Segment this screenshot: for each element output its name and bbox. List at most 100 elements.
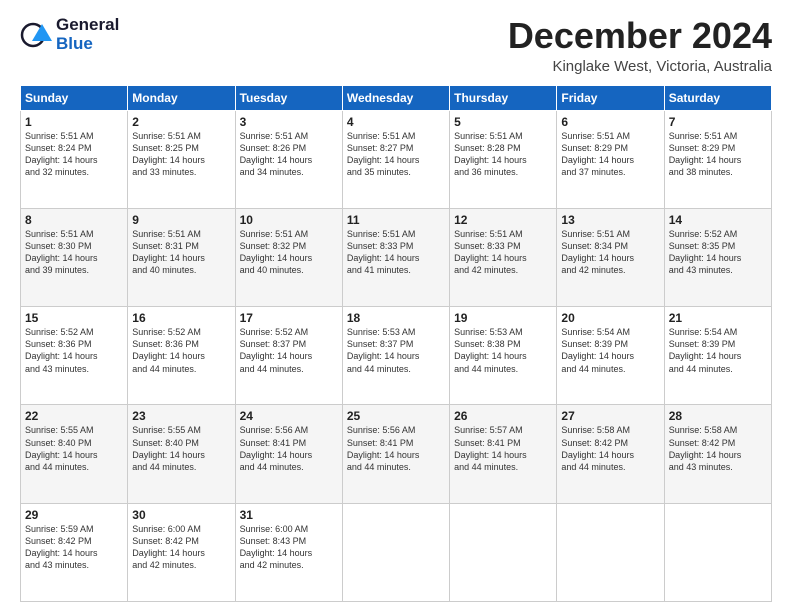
weekday-header: Tuesday	[235, 85, 342, 110]
calendar-day-cell: 25Sunrise: 5:56 AMSunset: 8:41 PMDayligh…	[342, 405, 449, 503]
month-title: December 2024	[508, 16, 772, 56]
day-number: 2	[132, 115, 230, 129]
logo-icon	[20, 19, 52, 51]
day-info: Sunrise: 5:59 AMSunset: 8:42 PMDaylight:…	[25, 523, 123, 572]
day-info: Sunrise: 5:51 AMSunset: 8:33 PMDaylight:…	[454, 228, 552, 277]
day-number: 25	[347, 409, 445, 423]
day-info: Sunrise: 5:51 AMSunset: 8:31 PMDaylight:…	[132, 228, 230, 277]
day-number: 22	[25, 409, 123, 423]
day-number: 18	[347, 311, 445, 325]
calendar-week-row: 1Sunrise: 5:51 AMSunset: 8:24 PMDaylight…	[21, 110, 772, 208]
day-info: Sunrise: 5:52 AMSunset: 8:36 PMDaylight:…	[25, 326, 123, 375]
weekday-header: Saturday	[664, 85, 771, 110]
calendar-week-row: 22 Sunrise: 5:55 AMSunset: 8:40 PMDayligh…	[21, 405, 772, 503]
weekday-header: Monday	[128, 85, 235, 110]
day-number: 26	[454, 409, 552, 423]
day-number: 1	[25, 115, 123, 129]
day-info: Sunrise: 5:51 AMSunset: 8:24 PMDaylight:…	[25, 130, 123, 179]
day-info: Sunrise: 5:53 AMSunset: 8:37 PMDaylight:…	[347, 326, 445, 375]
weekday-header: Sunday	[21, 85, 128, 110]
day-info: Sunrise: 5:54 AMSunset: 8:39 PMDaylight:…	[561, 326, 659, 375]
calendar-day-cell: 18Sunrise: 5:53 AMSunset: 8:37 PMDayligh…	[342, 307, 449, 405]
calendar-day-cell: 6Sunrise: 5:51 AMSunset: 8:29 PMDaylight…	[557, 110, 664, 208]
calendar-day-cell: 28Sunrise: 5:58 AMSunset: 8:42 PMDayligh…	[664, 405, 771, 503]
day-number: 16	[132, 311, 230, 325]
header: General Blue December 2024 Kinglake West…	[20, 16, 772, 75]
day-number: 15	[25, 311, 123, 325]
day-number: 11	[347, 213, 445, 227]
location-title: Kinglake West, Victoria, Australia	[508, 58, 772, 75]
day-number: 10	[240, 213, 338, 227]
day-info: Sunrise: 5:54 AMSunset: 8:39 PMDaylight:…	[669, 326, 767, 375]
day-info: Sunrise: 5:56 AMSunset: 8:41 PMDaylight:…	[240, 424, 338, 473]
day-info: Sunrise: 5:51 AMSunset: 8:30 PMDaylight:…	[25, 228, 123, 277]
day-info: Sunrise: 5:52 AMSunset: 8:35 PMDaylight:…	[669, 228, 767, 277]
logo: General Blue	[20, 16, 119, 53]
day-number: 28	[669, 409, 767, 423]
day-info: Sunrise: 5:57 AMSunset: 8:41 PMDaylight:…	[454, 424, 552, 473]
calendar-week-row: 29Sunrise: 5:59 AMSunset: 8:42 PMDayligh…	[21, 503, 772, 601]
calendar-day-cell: 9Sunrise: 5:51 AMSunset: 8:31 PMDaylight…	[128, 208, 235, 306]
calendar-day-cell: 11Sunrise: 5:51 AMSunset: 8:33 PMDayligh…	[342, 208, 449, 306]
calendar-week-row: 8Sunrise: 5:51 AMSunset: 8:30 PMDaylight…	[21, 208, 772, 306]
calendar-day-cell: 1Sunrise: 5:51 AMSunset: 8:24 PMDaylight…	[21, 110, 128, 208]
day-info: Sunrise: 6:00 AMSunset: 8:43 PMDaylight:…	[240, 523, 338, 572]
logo-blue: Blue	[56, 35, 119, 54]
calendar-day-cell	[342, 503, 449, 601]
calendar-day-cell: 4Sunrise: 5:51 AMSunset: 8:27 PMDaylight…	[342, 110, 449, 208]
weekday-header: Wednesday	[342, 85, 449, 110]
day-info: Sunrise: 5:51 AMSunset: 8:33 PMDaylight:…	[347, 228, 445, 277]
day-number: 29	[25, 508, 123, 522]
weekday-header: Thursday	[450, 85, 557, 110]
calendar-day-cell: 13Sunrise: 5:51 AMSunset: 8:34 PMDayligh…	[557, 208, 664, 306]
calendar-day-cell: 23Sunrise: 5:55 AMSunset: 8:40 PMDayligh…	[128, 405, 235, 503]
page: General Blue December 2024 Kinglake West…	[0, 0, 792, 612]
calendar-day-cell: 12Sunrise: 5:51 AMSunset: 8:33 PMDayligh…	[450, 208, 557, 306]
calendar-day-cell: 21Sunrise: 5:54 AMSunset: 8:39 PMDayligh…	[664, 307, 771, 405]
day-number: 4	[347, 115, 445, 129]
day-number: 21	[669, 311, 767, 325]
day-info: Sunrise: 5:51 AMSunset: 8:29 PMDaylight:…	[561, 130, 659, 179]
day-info: Sunrise: 5:52 AMSunset: 8:36 PMDaylight:…	[132, 326, 230, 375]
day-number: 20	[561, 311, 659, 325]
day-number: 17	[240, 311, 338, 325]
logo-general: General	[56, 16, 119, 35]
calendar-day-cell: 14Sunrise: 5:52 AMSunset: 8:35 PMDayligh…	[664, 208, 771, 306]
day-info: Sunrise: 5:51 AMSunset: 8:34 PMDaylight:…	[561, 228, 659, 277]
calendar-day-cell: 31Sunrise: 6:00 AMSunset: 8:43 PMDayligh…	[235, 503, 342, 601]
day-info: Sunrise: 5:51 AMSunset: 8:29 PMDaylight:…	[669, 130, 767, 179]
calendar-day-cell: 19Sunrise: 5:53 AMSunset: 8:38 PMDayligh…	[450, 307, 557, 405]
day-number: 27	[561, 409, 659, 423]
calendar-day-cell: 3Sunrise: 5:51 AMSunset: 8:26 PMDaylight…	[235, 110, 342, 208]
calendar-day-cell: 8Sunrise: 5:51 AMSunset: 8:30 PMDaylight…	[21, 208, 128, 306]
calendar-day-cell: 15Sunrise: 5:52 AMSunset: 8:36 PMDayligh…	[21, 307, 128, 405]
day-number: 30	[132, 508, 230, 522]
day-info: Sunrise: 5:56 AMSunset: 8:41 PMDaylight:…	[347, 424, 445, 473]
calendar-header-row: SundayMondayTuesdayWednesdayThursdayFrid…	[21, 85, 772, 110]
calendar-day-cell: 26Sunrise: 5:57 AMSunset: 8:41 PMDayligh…	[450, 405, 557, 503]
calendar-day-cell: 2Sunrise: 5:51 AMSunset: 8:25 PMDaylight…	[128, 110, 235, 208]
day-number: 5	[454, 115, 552, 129]
day-number: 24	[240, 409, 338, 423]
weekday-header: Friday	[557, 85, 664, 110]
day-info: Sunrise: 5:52 AMSunset: 8:37 PMDaylight:…	[240, 326, 338, 375]
day-info: Sunrise: 5:51 AMSunset: 8:27 PMDaylight:…	[347, 130, 445, 179]
day-number: 12	[454, 213, 552, 227]
day-info: Sunrise: 5:58 AMSunset: 8:42 PMDaylight:…	[669, 424, 767, 473]
calendar-day-cell: 20Sunrise: 5:54 AMSunset: 8:39 PMDayligh…	[557, 307, 664, 405]
calendar-day-cell: 16Sunrise: 5:52 AMSunset: 8:36 PMDayligh…	[128, 307, 235, 405]
day-number: 8	[25, 213, 123, 227]
day-info: Sunrise: 5:51 AMSunset: 8:25 PMDaylight:…	[132, 130, 230, 179]
calendar-day-cell: 22Sunrise: 5:55 AMSunset: 8:40 PMDayligh…	[21, 405, 128, 503]
day-info: Sunrise: 5:55 AMSunset: 8:40 PMDaylight:…	[132, 424, 230, 473]
calendar-day-cell: 30Sunrise: 6:00 AMSunset: 8:42 PMDayligh…	[128, 503, 235, 601]
calendar-day-cell: 10Sunrise: 5:51 AMSunset: 8:32 PMDayligh…	[235, 208, 342, 306]
day-number: 13	[561, 213, 659, 227]
day-info: Sunrise: 5:51 AMSunset: 8:26 PMDaylight:…	[240, 130, 338, 179]
day-number: 6	[561, 115, 659, 129]
calendar-day-cell: 5Sunrise: 5:51 AMSunset: 8:28 PMDaylight…	[450, 110, 557, 208]
calendar-day-cell: 7Sunrise: 5:51 AMSunset: 8:29 PMDaylight…	[664, 110, 771, 208]
calendar-day-cell: 29Sunrise: 5:59 AMSunset: 8:42 PMDayligh…	[21, 503, 128, 601]
calendar-day-cell	[557, 503, 664, 601]
day-number: 19	[454, 311, 552, 325]
